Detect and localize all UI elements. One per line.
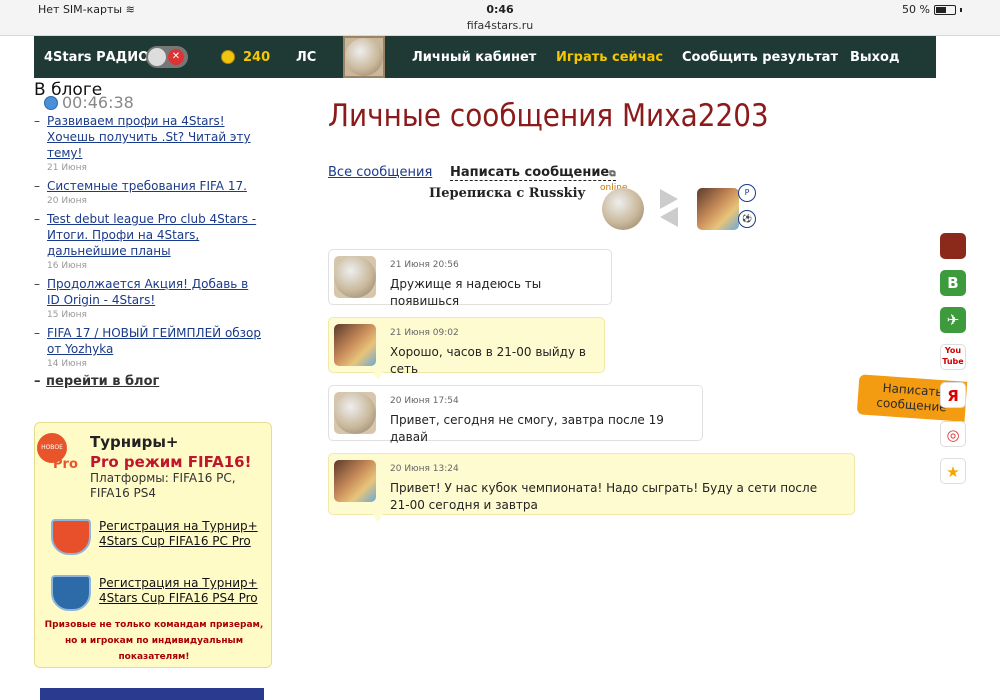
message-text: Дружище я надеюсь ты появишься (390, 277, 542, 308)
blog-date: 21 Июня (47, 163, 87, 173)
conversation-title: Переписка с Russkiy (429, 186, 586, 201)
clock-time: 0:46 (486, 3, 514, 16)
tournament-note: Призовые не только командам призерам, но… (44, 620, 264, 662)
nav-cabinet[interactable]: Личный кабинет (412, 50, 536, 65)
tournament-title: Турниры+ (90, 433, 179, 451)
message-text: Хорошо, часов в 21-00 выйду в сеть (390, 345, 586, 376)
avatar (334, 460, 376, 502)
nav-exit[interactable]: Выход (850, 50, 899, 65)
message-time: 21 Июня 20:56 (390, 260, 459, 270)
windows-shield-icon (51, 519, 91, 555)
banner-image[interactable] (40, 688, 264, 700)
all-messages-link[interactable]: Все сообщения (328, 165, 432, 180)
user-avatar[interactable] (343, 36, 385, 78)
vk-icon[interactable]: B (940, 270, 966, 296)
blog-link[interactable]: Системные требования FIFA 17. (47, 178, 264, 194)
clock-icon (44, 95, 58, 110)
partner-avatar[interactable] (602, 188, 644, 230)
message-time: 20 Июня 17:54 (390, 396, 459, 406)
battery-indicator: 50 % (902, 3, 962, 16)
blog-date: 20 Июня (47, 196, 87, 206)
blog-link[interactable]: FIFA 17 / НОВЫЙ ГЕЙМПЛЕЙ обзор от Yozhyk… (47, 325, 264, 357)
close-icon: ✕ (168, 49, 184, 65)
playstation-shield-icon (51, 575, 91, 611)
blog-link[interactable]: Развиваем профи на 4Stars! Хочешь получи… (47, 113, 264, 161)
register-ps4-link[interactable]: Регистрация на Турнир+ 4Stars Cup FIFA16… (99, 576, 269, 606)
tournament-subtitle: Pro режим FIFA16! (90, 453, 252, 471)
nav-ls[interactable]: ЛС (296, 50, 316, 65)
blog-date: 16 Июня (47, 261, 87, 271)
external-link-icon: ⧉ (609, 169, 616, 179)
tournament-platforms: Платформы: FIFA16 PC, FIFA16 PS4 (90, 471, 236, 500)
pro-badge: Pro (53, 457, 78, 472)
yandex-icon[interactable]: Я (940, 382, 966, 408)
timer: 00:46:38 (44, 93, 134, 112)
blog-more-link[interactable]: – перейти в блог (34, 374, 264, 389)
battery-percent: 50 % (902, 3, 930, 16)
battery-icon (934, 4, 956, 15)
radio-toggle[interactable]: ✕ (146, 46, 188, 68)
message-time: 21 Июня 09:02 (390, 328, 459, 338)
address-bar[interactable]: fifa4stars.ru (0, 19, 1000, 32)
blog-list: – Развиваем профи на 4Stars! Хочешь получ… (34, 113, 264, 389)
blog-date: 14 Июня (47, 359, 87, 369)
coin-count: 240 (243, 50, 271, 65)
tournament-box: НОВОЕ Pro Турниры+ Pro режим FIFA16! Пла… (34, 422, 272, 668)
avatar (334, 324, 376, 366)
lifebuoy-icon[interactable]: ◎ (940, 421, 966, 447)
radio-link[interactable]: 4Stars РАДИО (44, 50, 149, 65)
avatar (334, 392, 376, 434)
porto-badge-icon: ⚽ (738, 210, 756, 228)
list-item: – Продолжается Акция! Добавь в ID Origin … (34, 276, 264, 322)
nav-play-now[interactable]: Играть сейчас (556, 50, 663, 65)
message-bubble: 21 Июня 20:56 Дружище я надеюсь ты появи… (328, 249, 612, 308)
arrow-left-icon (660, 207, 678, 227)
military-cap-icon[interactable] (940, 233, 966, 259)
message-bubble: 21 Июня 09:02 Хорошо, часов в 21-00 выйд… (328, 317, 605, 380)
arrow-right-icon (660, 189, 678, 209)
nav-report-result[interactable]: Сообщить результат (682, 50, 838, 65)
timer-value: 00:46:38 (62, 93, 134, 112)
radio-ball-icon (148, 48, 166, 66)
list-item: – FIFA 17 / НОВЫЙ ГЕЙМПЛЕЙ обзор от Yozhy… (34, 325, 264, 371)
top-nav: 4Stars РАДИО ✕ 240 ЛС Личный кабинет Игр… (34, 36, 936, 78)
register-pc-link[interactable]: Регистрация на Турнир+ 4Stars Cup FIFA16… (99, 519, 269, 549)
star-icon[interactable]: ★ (940, 458, 966, 484)
blog-link[interactable]: Test debut league Pro club 4Stars - Итог… (47, 211, 264, 259)
avatar (334, 256, 376, 298)
blog-date: 15 Июня (47, 310, 87, 320)
page-title: Личные сообщения Миха2203 (328, 98, 769, 134)
list-item: – Test debut league Pro club 4Stars - Ито… (34, 211, 264, 273)
youtube-icon[interactable]: You Tube (940, 344, 966, 370)
list-item: – Системные требования FIFA 17. 20 Июня (34, 178, 264, 208)
message-bubble: 20 Июня 13:24 Привет! У нас кубок чемпио… (328, 453, 855, 522)
write-message-link[interactable]: Написать сообщение⧉ (450, 165, 616, 181)
blog-link[interactable]: Продолжается Акция! Добавь в ID Origin -… (47, 276, 264, 308)
club-badge-icon: P (738, 184, 756, 202)
coin-icon (221, 50, 235, 64)
list-item: – Развиваем профи на 4Stars! Хочешь получ… (34, 113, 264, 175)
twitter-icon[interactable]: ✈ (940, 307, 966, 333)
my-avatar[interactable] (697, 188, 739, 230)
status-bar: Нет SIM-карты ≋ 0:46 fifa4stars.ru 50 % (0, 0, 1000, 36)
message-text: Привет! У нас кубок чемпионата! Надо сыг… (390, 481, 818, 512)
message-time: 20 Июня 13:24 (390, 464, 459, 474)
message-text: Привет, сегодня не смогу, завтра после 1… (390, 413, 664, 444)
message-bubble: 20 Июня 17:54 Привет, сегодня не смогу, … (328, 385, 703, 444)
